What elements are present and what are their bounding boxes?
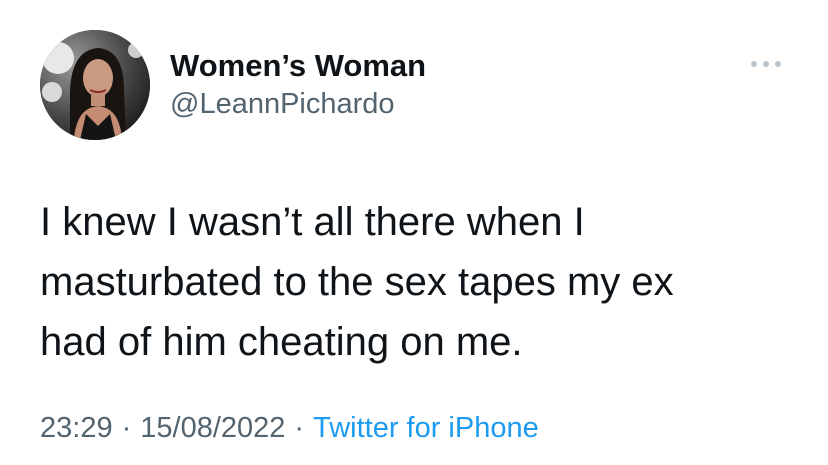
tweet-text-line: I knew I wasn’t all there when I <box>40 200 585 244</box>
profile-photo-icon <box>40 30 150 140</box>
tweet-date[interactable]: 15/08/2022 <box>140 412 285 444</box>
tweet-text-line: masturbated to the sex tapes my ex <box>40 260 674 304</box>
tweet-time[interactable]: 23:29 <box>40 412 113 444</box>
user-handle[interactable]: @LeannPichardo <box>170 88 395 121</box>
separator: · <box>121 412 132 444</box>
tweet-card: Women’s Woman @LeannPichardo I knew I wa… <box>0 0 828 465</box>
tweet-source-link[interactable]: Twitter for iPhone <box>313 412 539 444</box>
avatar[interactable] <box>40 30 150 140</box>
separator: · <box>294 412 305 444</box>
more-options-icon[interactable] <box>748 52 784 76</box>
tweet-text: I knew I wasn’t all there when I masturb… <box>40 192 780 372</box>
display-name[interactable]: Women’s Woman <box>170 48 426 84</box>
tweet-meta: 23:29 · 15/08/2022 · Twitter for iPhone <box>40 412 539 445</box>
tweet-text-line: had of him cheating on me. <box>40 320 523 364</box>
